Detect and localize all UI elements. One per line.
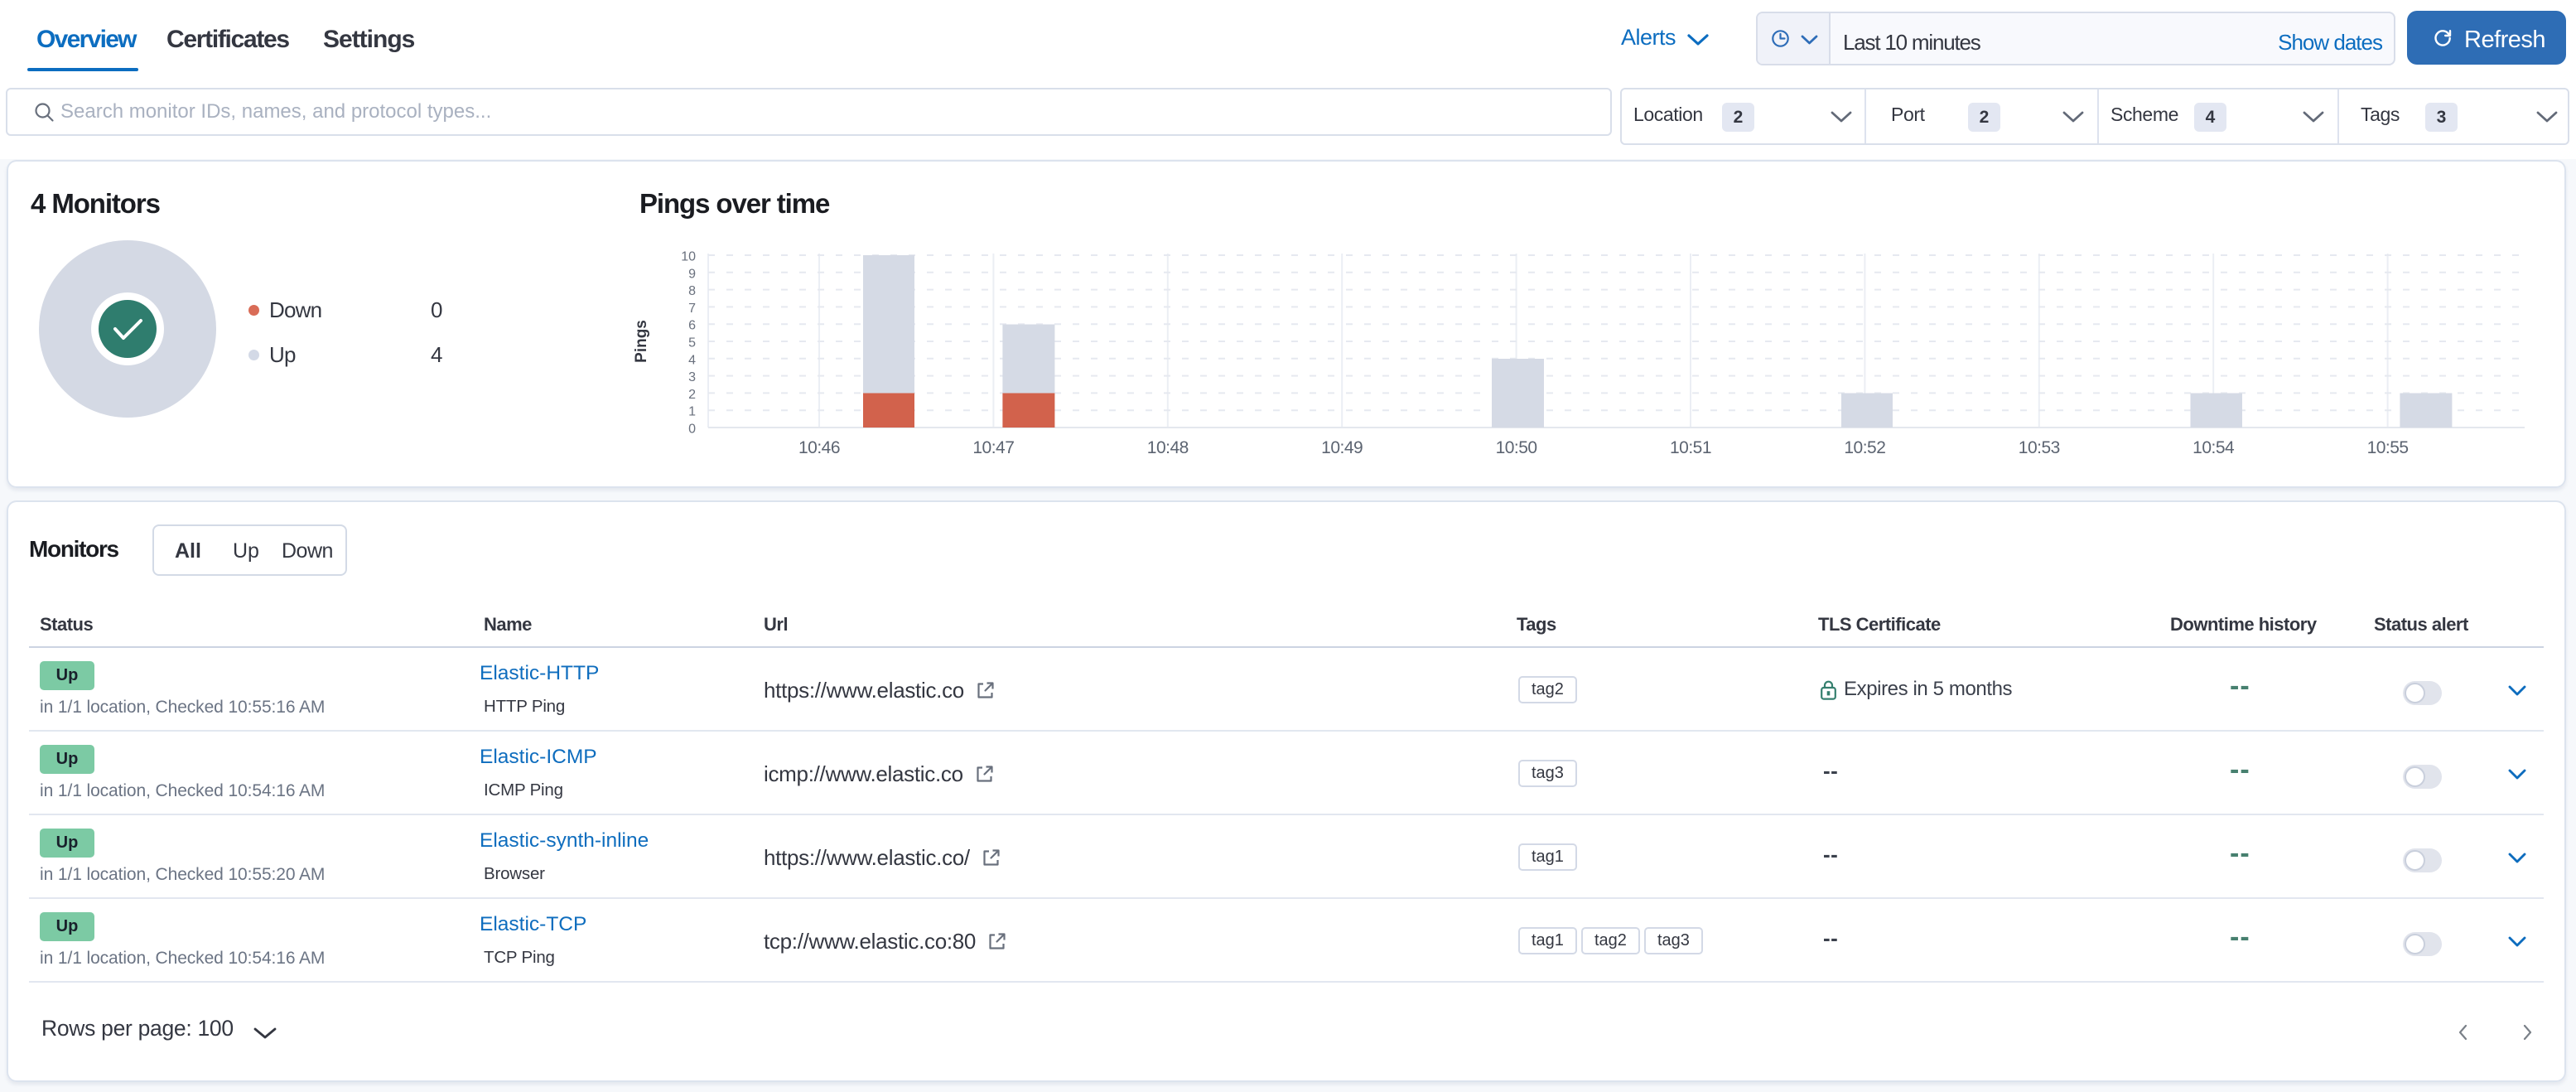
svg-text:4: 4 bbox=[688, 353, 696, 367]
svg-text:10:48: 10:48 bbox=[1147, 438, 1189, 457]
svg-text:10:51: 10:51 bbox=[1670, 438, 1711, 457]
svg-text:10:52: 10:52 bbox=[1844, 438, 1885, 457]
svg-text:10:49: 10:49 bbox=[1321, 438, 1363, 457]
svg-text:10:47: 10:47 bbox=[972, 438, 1014, 457]
svg-text:8: 8 bbox=[688, 284, 696, 298]
svg-text:3: 3 bbox=[688, 370, 696, 384]
svg-text:1: 1 bbox=[688, 405, 696, 419]
svg-text:2: 2 bbox=[688, 388, 696, 402]
svg-text:9: 9 bbox=[688, 267, 696, 281]
svg-text:0: 0 bbox=[688, 423, 696, 437]
svg-text:7: 7 bbox=[688, 302, 696, 316]
svg-text:10:55: 10:55 bbox=[2367, 438, 2409, 457]
svg-text:10:54: 10:54 bbox=[2192, 438, 2235, 457]
svg-text:10: 10 bbox=[681, 250, 696, 264]
svg-text:10:53: 10:53 bbox=[2019, 438, 2060, 457]
svg-text:6: 6 bbox=[688, 319, 696, 333]
svg-text:5: 5 bbox=[688, 336, 696, 350]
svg-text:10:50: 10:50 bbox=[1496, 438, 1537, 457]
svg-text:10:46: 10:46 bbox=[798, 438, 840, 457]
svg-text:Pings: Pings bbox=[633, 320, 650, 363]
